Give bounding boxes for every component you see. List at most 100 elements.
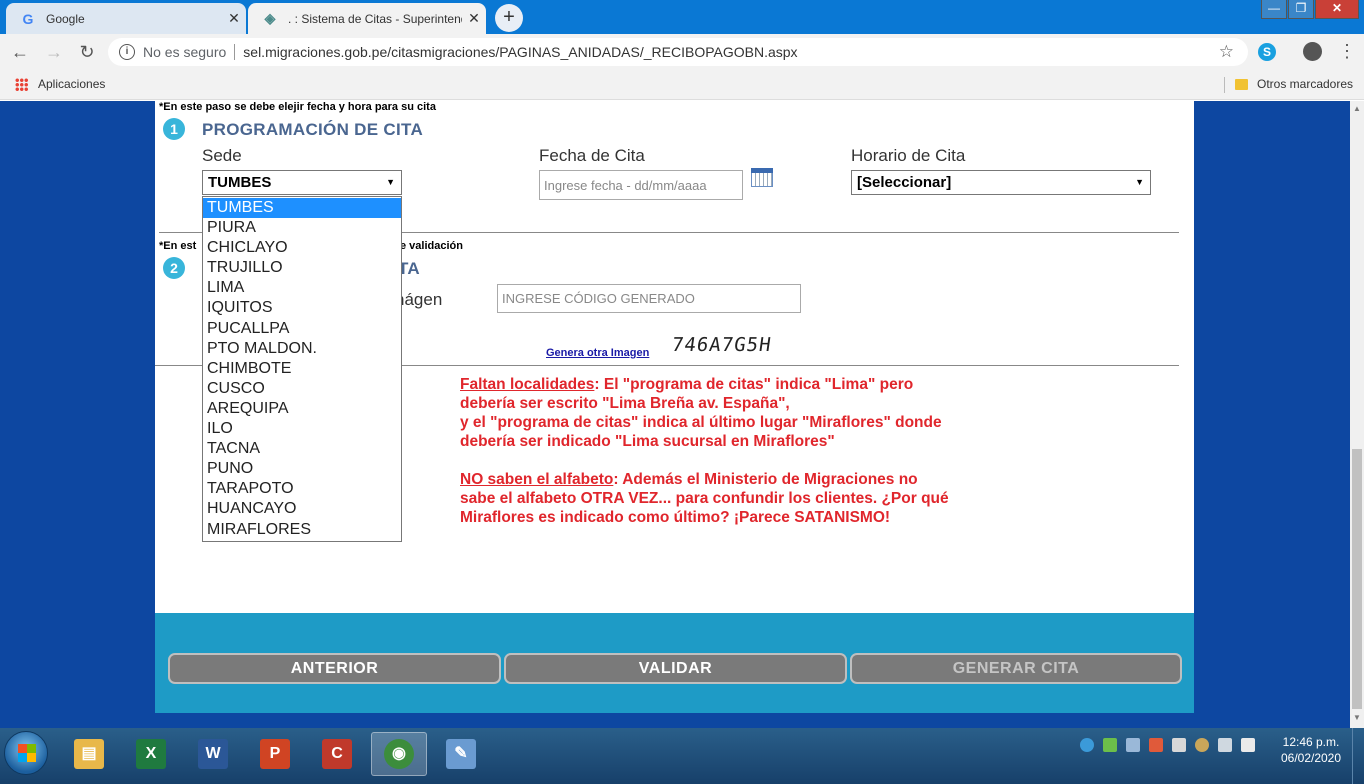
generar-cita-button[interactable]: GENERAR CITA	[850, 653, 1182, 684]
taskbar-app-powerpoint[interactable]: P	[247, 732, 303, 776]
alert-icon[interactable]	[1149, 738, 1163, 752]
menu-dots-icon[interactable]: ⋮	[1338, 41, 1356, 61]
explorer-icon: ▤	[74, 739, 104, 769]
taskbar-app-chrome[interactable]: ◉	[371, 732, 427, 776]
taskbar-app-explorer[interactable]: ▤	[61, 732, 117, 776]
site-favicon-icon: ◈	[264, 10, 276, 26]
scroll-thumb[interactable]	[1352, 449, 1362, 709]
sede-option[interactable]: CHIMBOTE	[203, 359, 401, 379]
tab-sistema-de-citas[interactable]: ◈ . : Sistema de Citas - Superintend ✕	[248, 3, 486, 34]
tab-label: Google	[46, 11, 85, 26]
sede-option[interactable]: TUMBES	[203, 198, 401, 219]
generate-new-image-link[interactable]: Genera otra Imagen	[546, 347, 649, 359]
taskbar-app-word[interactable]: W	[185, 732, 241, 776]
taskbar-app-ccleaner[interactable]: C	[309, 732, 365, 776]
form-panel: *En este paso se debe elejir fecha y hor…	[155, 101, 1194, 613]
horario-select[interactable]: [Seleccionar] ▼	[851, 170, 1151, 195]
step1-title: PROGRAMACIÓN DE CITA	[202, 120, 424, 139]
folder-icon[interactable]	[1235, 79, 1248, 90]
paint-icon: ✎	[446, 739, 476, 769]
reload-icon[interactable]: ↻	[76, 41, 98, 63]
powerpoint-icon: P	[260, 739, 290, 769]
system-clock[interactable]: 12:46 p.m. 06/02/2020	[1276, 734, 1346, 766]
address-bar[interactable]: i No es seguro sel.migraciones.gob.pe/ci…	[108, 38, 1248, 66]
sede-option[interactable]: ILO	[203, 419, 401, 439]
sede-option[interactable]: PUCALLPA	[203, 319, 401, 339]
info-icon[interactable]: i	[119, 44, 135, 60]
page-scrollbar[interactable]: ▲ ▼	[1350, 101, 1364, 728]
back-arrow-icon[interactable]: ←	[9, 41, 31, 63]
sede-selected-value: TUMBES	[208, 174, 272, 191]
volume-icon[interactable]	[1172, 738, 1186, 752]
annotation-line: : El "programa de citas" indica "Lima" p…	[594, 376, 914, 393]
maximize-button[interactable]: ❐	[1288, 0, 1314, 19]
annotation-line: : Además el Ministerio de Migraciones no	[613, 471, 918, 488]
system-tray	[1080, 738, 1255, 752]
scroll-up-icon[interactable]: ▲	[1353, 104, 1361, 113]
sede-option[interactable]: HUANCAYO	[203, 499, 401, 519]
taskbar-app-paint[interactable]: ✎	[433, 732, 489, 776]
tab-label: . : Sistema de Citas - Superintend	[288, 11, 462, 26]
scroll-down-icon[interactable]: ▼	[1353, 713, 1361, 722]
bookmark-apps[interactable]: Aplicaciones	[38, 77, 105, 91]
clock-time: 12:46 p.m.	[1282, 735, 1340, 749]
sede-option[interactable]: LIMA	[203, 278, 401, 298]
url-text[interactable]: sel.migraciones.gob.pe/citasmigraciones/…	[243, 44, 797, 60]
network-icon[interactable]	[1126, 738, 1140, 752]
sede-option[interactable]: MIRAFLORES	[203, 520, 401, 540]
captcha-input[interactable]: INGRESE CÓDIGO GENERADO	[497, 284, 801, 313]
sede-option[interactable]: PUNO	[203, 459, 401, 479]
sede-dropdown-list[interactable]: TUMBES PIURA CHICLAYO TRUJILLO LIMA IQUI…	[202, 196, 402, 542]
bookmark-star-icon[interactable]: ☆	[1219, 42, 1234, 62]
word-icon: W	[198, 739, 228, 769]
ccleaner-icon: C	[322, 739, 352, 769]
horario-selected-value: [Seleccionar]	[857, 174, 952, 191]
sede-option[interactable]: AREQUIPA	[203, 399, 401, 419]
excel-icon: X	[136, 739, 166, 769]
forward-arrow-icon[interactable]: →	[43, 41, 65, 63]
minimize-button[interactable]: —	[1261, 0, 1287, 19]
dropdown-arrow-icon: ▼	[1135, 177, 1144, 187]
apps-grid-icon[interactable]	[15, 78, 28, 91]
new-tab-button[interactable]: +	[495, 4, 523, 32]
language-icon[interactable]	[1080, 738, 1094, 752]
close-tab-icon[interactable]: ✕	[462, 10, 486, 27]
security-check-icon[interactable]	[1103, 738, 1117, 752]
sede-option[interactable]: IQUITOS	[203, 298, 401, 318]
flag-icon[interactable]	[1241, 738, 1255, 752]
clock-icon[interactable]	[1195, 738, 1209, 752]
red-annotation-text: Faltan localidades: El "programa de cita…	[460, 375, 980, 546]
sede-option[interactable]: TARAPOTO	[203, 479, 401, 499]
annotation-line: sabe el alfabeto OTRA VEZ... para confun…	[460, 490, 949, 507]
annotation-heading: NO saben el alfabeto	[460, 471, 614, 488]
browser-tab-strip: G Google ✕ ◈ . : Sistema de Citas - Supe…	[0, 0, 1364, 34]
display-icon[interactable]	[1218, 738, 1232, 752]
profile-avatar-icon[interactable]	[1303, 42, 1322, 61]
sede-option[interactable]: PIURA	[203, 218, 401, 238]
validar-button[interactable]: VALIDAR	[504, 653, 847, 684]
sede-option[interactable]: PTO MALDON.	[203, 339, 401, 359]
step2-note-start: *En est	[159, 240, 197, 252]
google-icon: G	[22, 10, 34, 27]
calendar-icon[interactable]	[751, 168, 773, 187]
taskbar-app-excel[interactable]: X	[123, 732, 179, 776]
security-status: No es seguro	[143, 44, 227, 60]
close-tab-icon[interactable]: ✕	[222, 10, 246, 27]
start-button[interactable]	[4, 731, 48, 775]
tab-google[interactable]: G Google ✕	[6, 3, 246, 34]
sede-option[interactable]: TRUJILLO	[203, 258, 401, 278]
anterior-button[interactable]: ANTERIOR	[168, 653, 501, 684]
sede-select[interactable]: TUMBES ▼	[202, 170, 402, 195]
close-window-button[interactable]: ✕	[1315, 0, 1359, 19]
button-bar: ANTERIOR VALIDAR GENERAR CITA	[155, 613, 1194, 713]
sede-option[interactable]: TACNA	[203, 439, 401, 459]
show-desktop-button[interactable]	[1352, 728, 1364, 784]
bookmark-other[interactable]: Otros marcadores	[1257, 77, 1353, 91]
sede-option[interactable]: CHICLAYO	[203, 238, 401, 258]
fecha-input[interactable]: Ingrese fecha - dd/mm/aaaa	[539, 170, 743, 200]
sede-option[interactable]: CUSCO	[203, 379, 401, 399]
bookmarks-bar: Aplicaciones Otros marcadores	[0, 70, 1364, 100]
page-background: *En este paso se debe elejir fecha y hor…	[0, 101, 1350, 728]
skype-extension-icon[interactable]: S	[1258, 43, 1276, 61]
sede-label: Sede	[202, 146, 242, 165]
